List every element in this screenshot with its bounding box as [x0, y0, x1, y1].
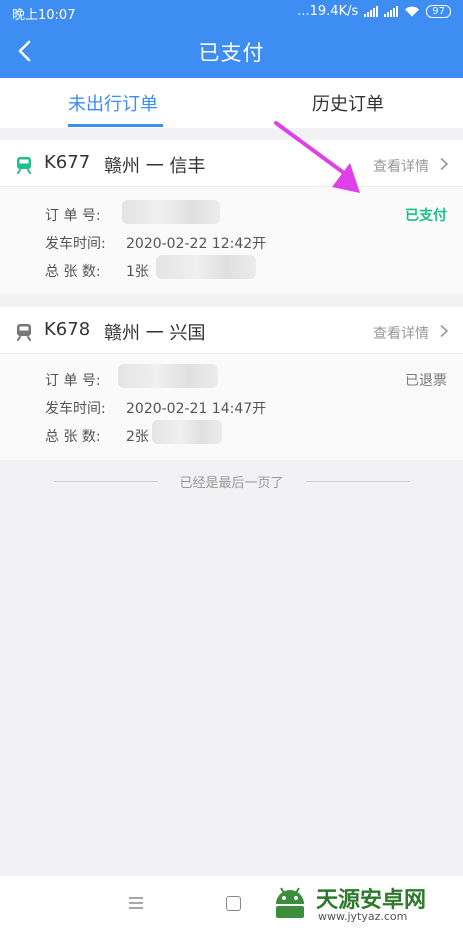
tab-upcoming-orders[interactable]: 未出行订单	[68, 90, 158, 116]
ticket-count-label: 总 张 数:	[45, 429, 101, 445]
order-card-header[interactable]: K678 赣州 一 兴国 查看详情	[0, 307, 463, 354]
order-number-label: 订 单 号:	[45, 373, 101, 389]
train-number: K678	[44, 319, 91, 340]
chevron-right-icon[interactable]	[439, 157, 449, 171]
departure-time-value: 2020-02-21 14:47开	[126, 401, 267, 417]
signal-icon-2	[384, 6, 399, 17]
android-logo-icon	[276, 887, 304, 918]
menu-icon[interactable]	[128, 896, 144, 910]
end-of-list: 已经是最后一页了	[0, 472, 463, 492]
order-card-header[interactable]: K677 赣州 一 信丰 查看详情	[0, 140, 463, 187]
network-speed: ...19.4K/s	[297, 4, 359, 19]
train-icon	[17, 324, 31, 341]
passenger-redacted	[156, 255, 256, 279]
watermark-url: www.jytyaz.com	[318, 910, 408, 923]
order-card-body: 订 单 号: 已支付 发车时间: 2020-02-22 12:42开 总 张 数…	[0, 187, 463, 294]
train-route: 赣州 一 兴国	[104, 323, 206, 344]
page-title: 已支付	[198, 41, 265, 65]
order-card[interactable]: K677 赣州 一 信丰 查看详情 订 单 号: 已支付 发车时间: 2020-…	[0, 140, 463, 294]
view-details-link[interactable]: 查看详情	[373, 323, 429, 343]
train-route: 赣州 一 信丰	[104, 156, 206, 177]
train-icon	[17, 157, 31, 174]
signal-icon	[364, 6, 379, 17]
status-time: 晚上10:07	[12, 8, 76, 23]
status-right: ...19.4K/s 97	[297, 4, 451, 19]
tab-history-orders[interactable]: 历史订单	[312, 90, 384, 116]
divider	[306, 481, 410, 482]
active-tab-indicator	[68, 124, 163, 127]
wifi-icon	[405, 6, 420, 17]
order-number-redacted	[118, 364, 218, 388]
departure-time-value: 2020-02-22 12:42开	[126, 236, 267, 252]
order-status-badge: 已退票	[405, 373, 447, 389]
chevron-right-icon[interactable]	[439, 324, 449, 338]
departure-time-label: 发车时间:	[45, 401, 106, 417]
nav-bar: 已支付	[0, 24, 463, 78]
order-number-label: 订 单 号:	[45, 208, 101, 224]
train-number: K677	[44, 152, 91, 173]
battery-icon: 97	[426, 5, 451, 18]
view-details-link[interactable]: 查看详情	[373, 156, 429, 176]
watermark: 天源安卓网 www.jytyaz.com	[270, 880, 460, 928]
departure-time-label: 发车时间:	[45, 236, 106, 252]
status-bar: 晚上10:07 ...19.4K/s 97	[0, 0, 463, 24]
order-number-redacted	[122, 200, 220, 224]
order-card[interactable]: K678 赣州 一 兴国 查看详情 订 单 号: 已退票 发车时间: 2020-…	[0, 307, 463, 460]
annotation-arrow-icon	[274, 121, 360, 193]
ticket-count-value: 2张	[126, 429, 149, 445]
order-tabs: 未出行订单 历史订单	[0, 78, 463, 128]
ticket-count-value: 1张	[126, 264, 149, 280]
home-icon[interactable]	[226, 896, 241, 911]
order-status-badge: 已支付	[405, 208, 447, 224]
ticket-count-label: 总 张 数:	[45, 264, 101, 280]
order-card-body: 订 单 号: 已退票 发车时间: 2020-02-21 14:47开 总 张 数…	[0, 354, 463, 460]
passenger-redacted	[152, 420, 222, 444]
